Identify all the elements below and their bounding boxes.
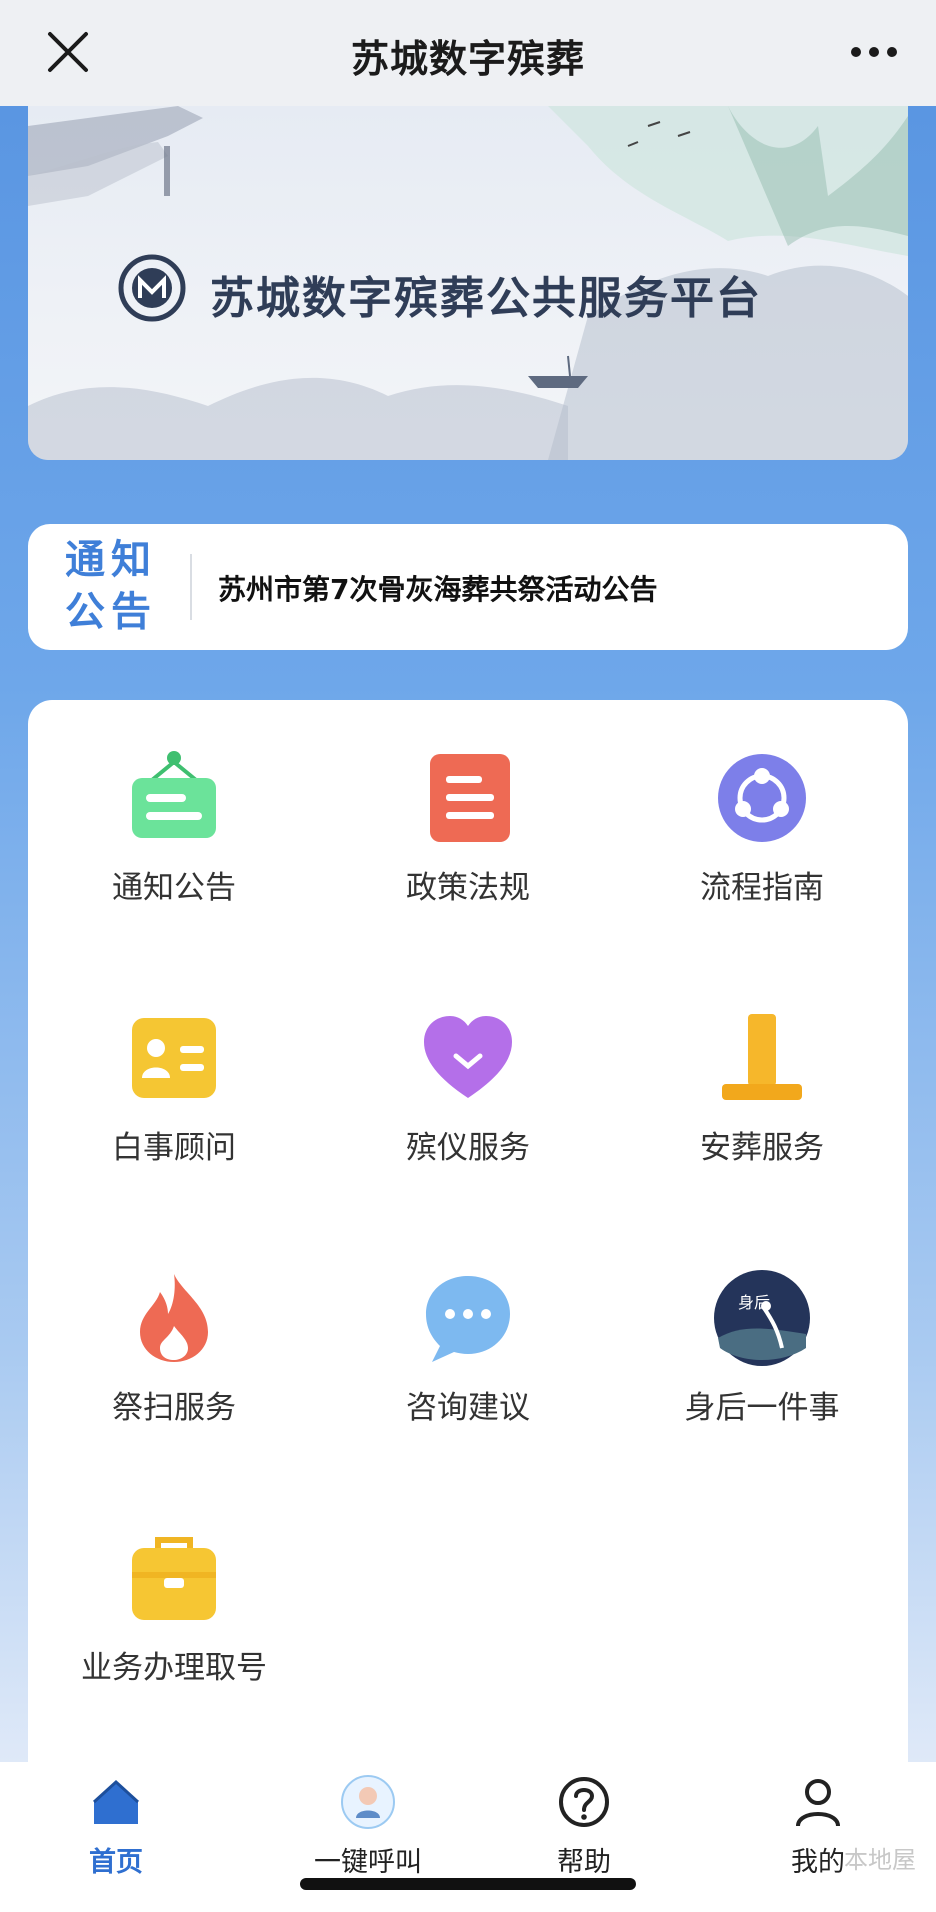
grid-item-queue-number[interactable]: 业务办理取号 — [28, 1528, 320, 1687]
user-icon — [796, 1779, 840, 1827]
notice-text[interactable]: 苏州市第7次骨灰海葬共祭活动公告 — [218, 568, 657, 608]
flame-icon — [140, 1274, 208, 1362]
avatar-call-icon — [341, 1775, 395, 1829]
grid-item-label: 白事顾问 — [112, 1130, 236, 1166]
watermark: 本地屋 — [844, 1846, 916, 1874]
heart-icon — [424, 1016, 512, 1098]
contact-card-icon — [132, 1018, 216, 1098]
tombstone-icon — [722, 1014, 802, 1100]
tab-one-key-call[interactable]: 一键呼叫 — [278, 1774, 458, 1879]
banner-title: 苏城数字殡葬公共服务平台 — [210, 273, 762, 324]
svg-text:身后: 身后 — [738, 1293, 770, 1312]
home-icon — [92, 1779, 140, 1824]
home-indicator — [300, 1878, 636, 1890]
grid-item-label: 咨询建议 — [406, 1390, 530, 1426]
grid-item-consultation[interactable]: 咨询建议 — [322, 1268, 614, 1427]
chat-bubble-icon — [426, 1276, 510, 1362]
top-bar: 苏城数字殡葬 — [0, 0, 936, 107]
grid-item-label: 流程指南 — [700, 870, 824, 906]
grid-item-label: 身后一件事 — [684, 1390, 840, 1426]
notice-tag-line1: 通知 — [65, 537, 157, 583]
notice-tag: 通知 公告 — [50, 534, 172, 638]
grid-item-funeral-advisor[interactable]: 白事顾问 — [28, 1008, 320, 1167]
grid-item-label: 安葬服务 — [700, 1130, 824, 1166]
briefcase-icon — [132, 1537, 216, 1620]
more-icon[interactable] — [846, 30, 902, 74]
grid-item-funeral-service[interactable]: 殡仪服务 — [322, 1008, 614, 1167]
service-grid: 通知公告 政策法规 流程指南 白事顾问 殡仪服务 安葬服务 祭扫服务 咨询建议 … — [28, 700, 908, 1762]
page-title: 苏城数字殡葬 — [350, 37, 585, 81]
grid-item-notices[interactable]: 通知公告 — [28, 748, 320, 907]
grid-item-label: 通知公告 — [112, 870, 236, 906]
grid-item-burial-service[interactable]: 安葬服务 — [616, 1008, 908, 1167]
share-flow-icon — [718, 754, 806, 842]
grid-item-label: 祭扫服务 — [112, 1390, 236, 1426]
grid-item-process-guide[interactable]: 流程指南 — [616, 748, 908, 907]
grid-item-label: 政策法规 — [406, 870, 530, 906]
civil-affairs-logo-icon — [118, 254, 186, 322]
banner[interactable]: 苏城数字殡葬公共服务平台 — [28, 106, 908, 460]
tab-label: 一键呼叫 — [314, 1847, 422, 1878]
grid-item-policies[interactable]: 政策法规 — [322, 748, 614, 907]
document-icon — [430, 754, 510, 842]
help-icon — [559, 1777, 609, 1827]
divider — [190, 554, 192, 620]
tab-label: 帮助 — [557, 1847, 611, 1878]
ink-painting-icon: 身后 — [714, 1270, 810, 1366]
grid-item-label: 业务办理取号 — [81, 1650, 267, 1686]
tab-home[interactable]: 首页 — [26, 1774, 206, 1879]
grid-item-tomb-sweeping[interactable]: 祭扫服务 — [28, 1268, 320, 1427]
tab-label: 首页 — [89, 1847, 143, 1878]
grid-item-after-life-matters[interactable]: 身后 身后一件事 — [616, 1268, 908, 1427]
grid-item-label: 殡仪服务 — [406, 1130, 530, 1166]
notice-bar[interactable]: 通知 公告 苏州市第7次骨灰海葬共祭活动公告 — [28, 524, 908, 650]
notice-board-icon — [132, 751, 216, 838]
notice-tag-line2: 公告 — [65, 589, 157, 635]
tab-help[interactable]: 帮助 — [494, 1774, 674, 1879]
